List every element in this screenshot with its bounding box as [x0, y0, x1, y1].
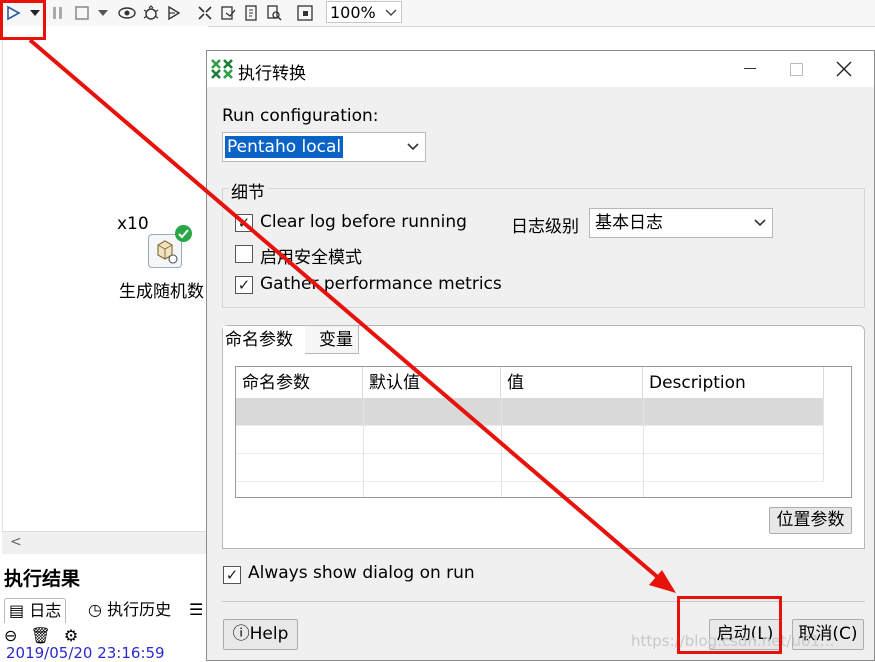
- annotation-arrow: [28, 38, 676, 593]
